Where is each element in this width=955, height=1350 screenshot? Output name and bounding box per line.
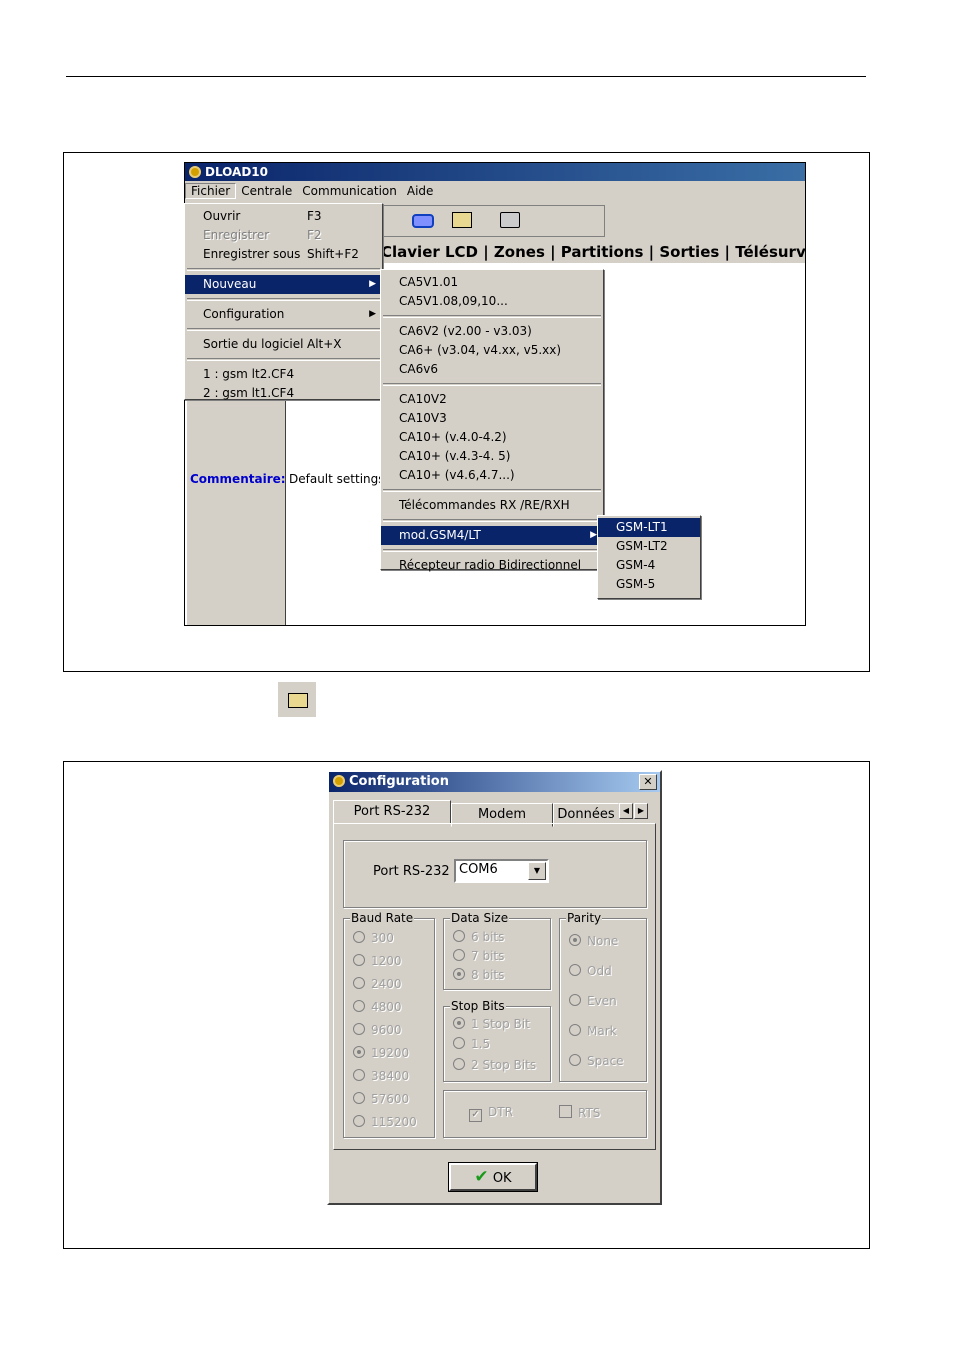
baud-9600-radio[interactable]: 9600 (353, 1023, 402, 1037)
stop-1-radio[interactable]: 1 Stop Bit (453, 1017, 530, 1031)
menu-item-configuration[interactable]: Configuration ▶ (185, 305, 382, 324)
menu-item-recepteur[interactable]: Récepteur radio Bidirectionnel (381, 556, 603, 575)
data-size-label: Data Size (450, 911, 510, 925)
stop-15-radio[interactable]: 1.5 (453, 1037, 490, 1051)
submenu-arrow-icon: ▶ (369, 279, 376, 289)
data-7bits-radio[interactable]: 7 bits (453, 949, 504, 963)
data-6bits-radio[interactable]: 6 bits (453, 930, 504, 944)
left-label-column (187, 401, 286, 625)
menu-item-ca6v6[interactable]: CA6v6 (381, 360, 603, 379)
parity-even-radio[interactable]: Even (569, 994, 617, 1008)
plug-icon[interactable] (412, 214, 434, 228)
menu-item-ca6v2[interactable]: CA6V2 (v2.00 - v3.03) (381, 322, 603, 341)
modem-icon (278, 682, 316, 717)
baud-rate-label: Baud Rate (350, 911, 415, 925)
tab-scroll-left-icon[interactable]: ◀ (619, 803, 633, 819)
nouveau-submenu: CA5V1.01 CA5V1.08,09,10... CA6V2 (v2.00 … (380, 269, 604, 572)
menu-item-ca10plus-43[interactable]: CA10+ (v.4.3-4. 5) (381, 447, 603, 466)
port-label: Port RS-232 (373, 864, 450, 879)
ok-button[interactable]: ✔ OK (448, 1162, 538, 1192)
menu-fichier[interactable]: Fichier (185, 183, 237, 199)
baud-115200-radio[interactable]: 115200 (353, 1115, 417, 1129)
menu-item-mod-gsm[interactable]: mod.GSM4/LT ▶ (381, 526, 603, 545)
menu-item-sortie[interactable]: Sortie du logiciel Alt+X (185, 335, 382, 354)
menu-item-telecommandes[interactable]: Télécommandes RX /RE/RXH (381, 496, 603, 515)
configuration-dialog: Configuration ✕ Port RS-232 Modem Donnée… (327, 770, 662, 1205)
parity-space-radio[interactable]: Space (569, 1054, 624, 1068)
tab-port-rs232[interactable]: Port RS-232 (333, 800, 451, 824)
menu-item-gsm-5[interactable]: GSM-5 (598, 575, 700, 594)
baud-300-radio[interactable]: 300 (353, 931, 394, 945)
window-titlebar: DLOAD10 (185, 163, 805, 181)
dialog-title: Configuration (349, 774, 449, 789)
menu-item-recent-1[interactable]: 1 : gsm lt2.CF4 (185, 365, 382, 384)
app-icon (189, 166, 201, 178)
port-select[interactable]: COM6 ▼ (454, 859, 549, 883)
rts-checkbox[interactable]: RTS (559, 1105, 600, 1120)
parity-label: Parity (566, 911, 603, 925)
menu-item-recent-2[interactable]: 2 : gsm lt1.CF4 (185, 384, 382, 403)
menu-item-enregistrer: Enregistrer F2 (203, 228, 322, 242)
dtr-checkbox[interactable]: ✓ DTR (469, 1105, 513, 1122)
tab-scroll-right-icon[interactable]: ▶ (634, 803, 648, 819)
menu-aide[interactable]: Aide (402, 184, 439, 198)
parity-odd-radio[interactable]: Odd (569, 964, 612, 978)
window-title: DLOAD10 (205, 165, 269, 179)
top-rule (66, 76, 866, 77)
baud-57600-radio[interactable]: 57600 (353, 1092, 409, 1106)
printer-icon[interactable] (500, 212, 520, 228)
menu-item-ca5v108[interactable]: CA5V1.08,09,10... (381, 292, 603, 311)
menu-item-nouveau[interactable]: Nouveau ▶ (185, 275, 382, 294)
tabstrip[interactable]: Clavier LCD | Zones | Partitions | Sorti… (381, 241, 805, 263)
menu-item-enregistrer-sous[interactable]: Enregistrer sous Shift+F2 (185, 245, 382, 264)
baud-2400-radio[interactable]: 2400 (353, 977, 402, 991)
menu-item-ca5v101[interactable]: CA5V1.01 (381, 273, 603, 292)
close-icon[interactable]: ✕ (639, 774, 657, 790)
baud-1200-radio[interactable]: 1200 (353, 954, 402, 968)
comment-label: Commentaire: (190, 472, 286, 486)
menu-item-ca6plus[interactable]: CA6+ (v3.04, v4.xx, v5.xx) (381, 341, 603, 360)
baud-4800-radio[interactable]: 4800 (353, 1000, 402, 1014)
menu-item-ca10plus-46[interactable]: CA10+ (v4.6,4.7...) (381, 466, 603, 485)
menu-item-ca10v2[interactable]: CA10V2 (381, 390, 603, 409)
parity-none-radio[interactable]: None (569, 934, 618, 948)
modem-icon[interactable] (452, 212, 472, 228)
menu-centrale[interactable]: Centrale (236, 184, 297, 198)
checkmark-icon: ✔ (474, 1167, 489, 1187)
menu-item-ouvrir[interactable]: Ouvrir F3 (185, 207, 382, 226)
menubar: Fichier Centrale Communication Aide (185, 181, 805, 201)
dialog-titlebar: Configuration ✕ (329, 772, 660, 792)
menu-item-ca10plus-40[interactable]: CA10+ (v.4.0-4.2) (381, 428, 603, 447)
submenu-arrow-icon: ▶ (369, 309, 376, 319)
data-8bits-radio[interactable]: 8 bits (453, 968, 504, 982)
parity-mark-radio[interactable]: Mark (569, 1024, 617, 1038)
menu-item-gsm-lt2[interactable]: GSM-LT2 (598, 537, 700, 556)
menu-item-gsm-4[interactable]: GSM-4 (598, 556, 700, 575)
menu-item-ca10v3[interactable]: CA10V3 (381, 409, 603, 428)
baud-38400-radio[interactable]: 38400 (353, 1069, 409, 1083)
gsm-submenu: GSM-LT1 GSM-LT2 GSM-4 GSM-5 (597, 515, 701, 599)
baud-19200-radio[interactable]: 19200 (353, 1046, 409, 1060)
chevron-down-icon[interactable]: ▼ (528, 862, 546, 880)
stop-bits-label: Stop Bits (450, 999, 506, 1013)
comment-value: Default settings. (289, 472, 389, 486)
fichier-menu: Ouvrir F3 Enregistrer F2 Enregistrer sous S… (184, 203, 383, 400)
stop-2-radio[interactable]: 2 Stop Bits (453, 1058, 536, 1072)
toolbar (383, 205, 605, 237)
submenu-arrow-icon: ▶ (590, 530, 597, 540)
menu-communication[interactable]: Communication (297, 184, 402, 198)
menu-item-gsm-lt1[interactable]: GSM-LT1 (598, 518, 700, 537)
app-icon (333, 775, 345, 787)
